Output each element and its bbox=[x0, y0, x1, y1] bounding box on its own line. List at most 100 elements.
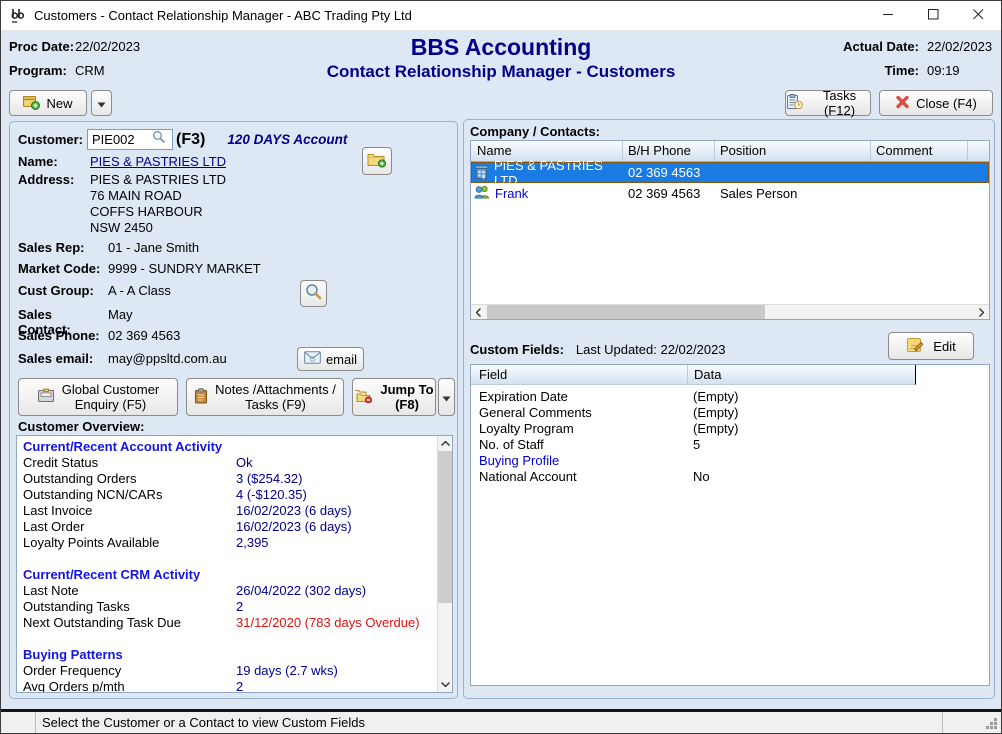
search-icon[interactable] bbox=[152, 130, 166, 149]
time-label: Time: bbox=[885, 63, 919, 78]
contacts-horizontal-scrollbar bbox=[471, 304, 989, 319]
market-code-label: Market Code: bbox=[18, 261, 108, 277]
status-bar-left-cell bbox=[1, 712, 35, 733]
address-block: PIES & PASTRIES LTD 76 MAIN ROAD COFFS H… bbox=[90, 172, 226, 236]
global-enquiry-button[interactable]: Global CustomerEnquiry (F5) bbox=[18, 378, 178, 416]
contacts-col-comment[interactable]: Comment bbox=[871, 141, 968, 161]
customer-panel: Customer: (F3) 120 DAYS Account Name: PI… bbox=[9, 121, 458, 699]
field-sales-contact: Sales Contact:May bbox=[18, 307, 133, 323]
overview-row-label: Avg Orders p/mth bbox=[23, 679, 236, 692]
close-f4-button[interactable]: Close (F4) bbox=[879, 90, 993, 116]
cust-group-search-button[interactable] bbox=[300, 280, 327, 307]
overview-row: Order Frequency19 days (2.7 wks) bbox=[23, 663, 437, 679]
sales-rep-value: 01 - Jane Smith bbox=[108, 240, 199, 256]
global-enquiry-label-1: Global Customer bbox=[62, 382, 160, 397]
tasks-icon bbox=[786, 94, 803, 113]
open-customer-button[interactable] bbox=[362, 147, 392, 175]
contact-phone: 02 369 4563 bbox=[623, 165, 715, 180]
field-sales-rep: Sales Rep:01 - Jane Smith bbox=[18, 240, 199, 256]
custom-fields-col-field[interactable]: Field bbox=[471, 365, 688, 385]
custom-field-name-buying-profile[interactable]: Buying Profile bbox=[471, 453, 688, 469]
cust-group-label: Cust Group: bbox=[18, 283, 108, 299]
edit-button-label: Edit bbox=[933, 339, 955, 354]
overview-scrollbar-thumb[interactable] bbox=[438, 451, 452, 603]
dropdown-arrow-icon bbox=[97, 96, 106, 111]
overview-row-label: Loyalty Points Available bbox=[23, 535, 236, 551]
customer-overview-box: Current/Recent Account Activity Credit S… bbox=[16, 435, 453, 693]
tasks-button[interactable]: Tasks (F12) bbox=[785, 90, 871, 116]
custom-field-row[interactable]: Expiration Date(Empty) bbox=[471, 389, 989, 405]
custom-field-name: Loyalty Program bbox=[471, 421, 688, 437]
overview-row-value: 2 bbox=[236, 599, 243, 615]
contacts-scrollbar-thumb[interactable] bbox=[487, 305, 765, 319]
tasks-button-label: Tasks (F12) bbox=[809, 88, 870, 118]
custom-field-row[interactable]: National AccountNo bbox=[471, 469, 989, 485]
name-label: Name: bbox=[18, 154, 90, 169]
customer-name-link[interactable]: PIES & PASTRIES LTD bbox=[90, 154, 226, 169]
last-updated-label: Last Updated: 22/02/2023 bbox=[576, 342, 726, 357]
customer-code-field-wrap bbox=[87, 129, 173, 150]
custom-field-row[interactable]: No. of Staff5 bbox=[471, 437, 989, 453]
scroll-left-icon[interactable] bbox=[471, 305, 486, 319]
overview-row-label: Credit Status bbox=[23, 455, 236, 471]
status-message: Select the Customer or a Contact to view… bbox=[35, 712, 943, 733]
contacts-col-phone[interactable]: B/H Phone bbox=[623, 141, 715, 161]
custom-field-data: No bbox=[688, 469, 710, 485]
overview-row: Loyalty Points Available2,395 bbox=[23, 535, 437, 551]
overview-section-header: Current/Recent Account Activity bbox=[23, 439, 437, 455]
address-line: NSW 2450 bbox=[90, 220, 226, 236]
customer-label: Customer: bbox=[18, 132, 87, 147]
minimize-button[interactable] bbox=[866, 1, 911, 30]
maximize-button[interactable] bbox=[911, 1, 956, 30]
edit-button[interactable]: Edit bbox=[888, 332, 974, 360]
scroll-down-icon[interactable] bbox=[438, 677, 452, 692]
new-dropdown-button[interactable] bbox=[91, 90, 112, 116]
overview-row-label: Next Outstanding Task Due bbox=[23, 615, 236, 631]
scroll-right-icon[interactable] bbox=[974, 305, 989, 319]
jump-to-button[interactable]: Jump To(F8) bbox=[352, 378, 436, 416]
email-button[interactable]: email bbox=[297, 347, 364, 371]
custom-fields-col-data[interactable]: Data bbox=[688, 365, 916, 385]
overview-row-value-overdue: 31/12/2020 (783 days Overdue) bbox=[236, 615, 420, 631]
contact-name[interactable]: Frank bbox=[495, 186, 528, 201]
customer-code-input[interactable] bbox=[92, 132, 152, 147]
custom-fields-table: Field Data Expiration Date(Empty) Genera… bbox=[470, 364, 990, 686]
custom-field-data: (Empty) bbox=[688, 421, 739, 437]
global-enquiry-label-2: Enquiry (F5) bbox=[62, 397, 160, 412]
magnifier-icon bbox=[305, 283, 323, 304]
custom-field-row[interactable]: Loyalty Program(Empty) bbox=[471, 421, 989, 437]
address-label: Address: bbox=[18, 172, 90, 236]
time-value: 09:19 bbox=[927, 63, 993, 78]
jump-to-label-1: Jump To bbox=[380, 382, 433, 397]
close-f4-button-label: Close (F4) bbox=[916, 96, 977, 111]
jump-to-icon bbox=[354, 388, 373, 406]
cust-group-value: A - A Class bbox=[108, 283, 171, 299]
notes-label-1: Notes /Attachments / bbox=[215, 382, 336, 397]
custom-fields-header-filler bbox=[916, 365, 989, 385]
sales-contact-label: Sales Contact: bbox=[18, 307, 108, 323]
custom-fields-label: Custom Fields: bbox=[470, 342, 564, 357]
custom-field-row[interactable]: Buying Profile bbox=[471, 453, 989, 469]
resize-grip[interactable] bbox=[985, 717, 997, 729]
custom-field-data: 5 bbox=[688, 437, 700, 453]
account-type-label: 120 DAYS Account bbox=[227, 132, 347, 147]
custom-field-row[interactable]: General Comments(Empty) bbox=[471, 405, 989, 421]
notes-attachments-tasks-button[interactable]: Notes /Attachments /Tasks (F9) bbox=[186, 378, 344, 416]
new-button[interactable]: New bbox=[9, 90, 87, 116]
overview-row-value: 19 days (2.7 wks) bbox=[236, 663, 338, 679]
custom-field-name: Expiration Date bbox=[471, 389, 688, 405]
overview-row-value: 16/02/2023 (6 days) bbox=[236, 519, 352, 535]
sales-phone-label: Sales Phone: bbox=[18, 328, 108, 344]
scroll-up-icon[interactable] bbox=[438, 436, 452, 451]
jump-to-dropdown-button[interactable] bbox=[438, 378, 455, 416]
contact-row-company[interactable]: PIES & PASTRIES LTD 02 369 4563 bbox=[471, 162, 989, 183]
contacts-panel: Company / Contacts: Name B/H Phone Posit… bbox=[463, 119, 995, 699]
contact-row-person[interactable]: Frank 02 369 4563 Sales Person bbox=[471, 183, 989, 204]
custom-field-name: General Comments bbox=[471, 405, 688, 421]
actual-date-value: 22/02/2023 bbox=[927, 39, 993, 54]
close-button[interactable] bbox=[956, 1, 1001, 30]
customer-overview-content: Current/Recent Account Activity Credit S… bbox=[17, 436, 437, 692]
overview-row-value: 3 ($254.32) bbox=[236, 471, 303, 487]
overview-row: Last Order16/02/2023 (6 days) bbox=[23, 519, 437, 535]
contacts-col-position[interactable]: Position bbox=[715, 141, 871, 161]
